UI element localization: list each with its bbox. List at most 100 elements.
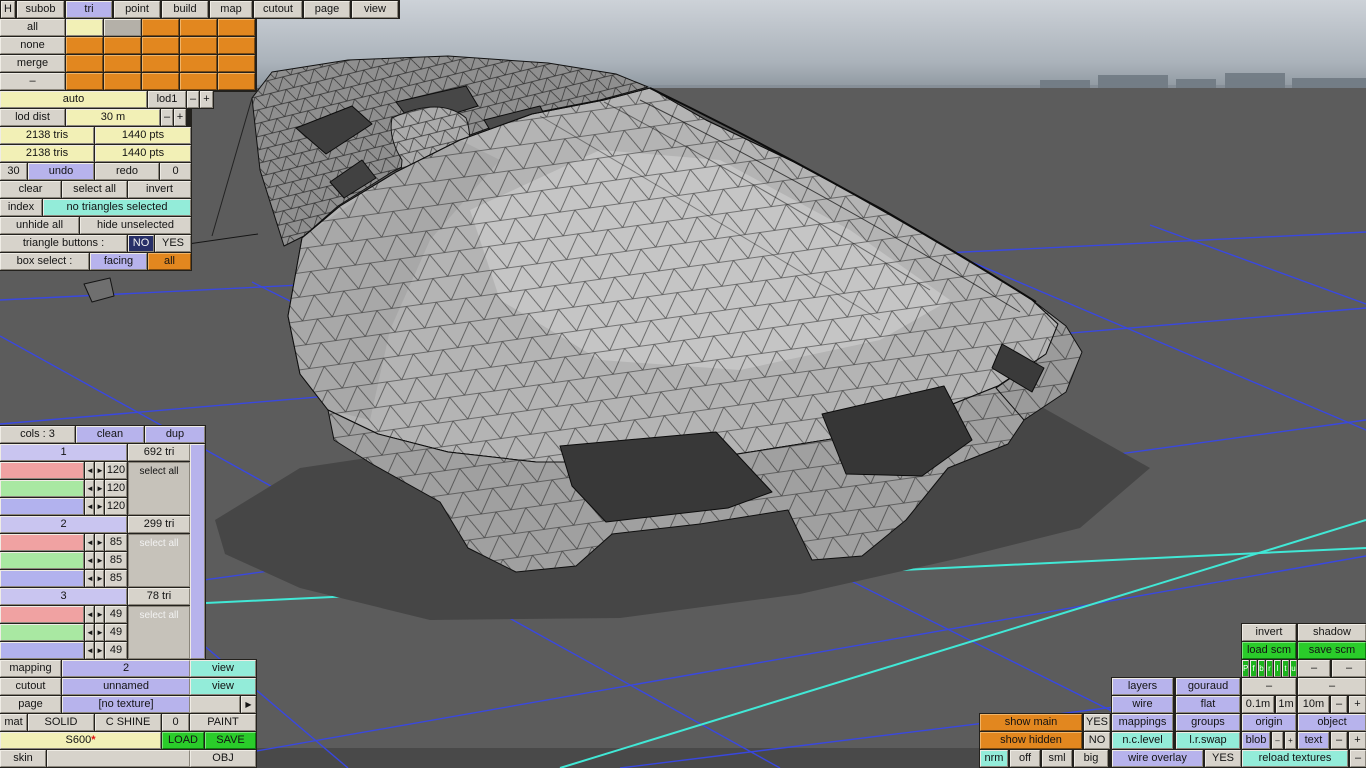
select-all-button[interactable]: select all	[62, 181, 127, 198]
mappings-button[interactable]: mappings	[1112, 714, 1173, 731]
view-top-button[interactable]: t	[1282, 660, 1289, 677]
lod-minus-button[interactable]: –	[187, 91, 199, 108]
gouraud-button[interactable]: gouraud	[1176, 678, 1240, 695]
subobject-cell[interactable]	[142, 37, 179, 54]
mapping-value[interactable]: 2	[62, 660, 190, 677]
decrement-icon[interactable]: ◄	[85, 606, 94, 623]
grid-0-1m-button[interactable]: 0.1m	[1242, 696, 1274, 713]
subobject-cell[interactable]	[104, 19, 141, 36]
cutout-view-button[interactable]: view	[190, 678, 256, 695]
menu-tab-h[interactable]: H	[1, 1, 15, 18]
object-button[interactable]: object	[1298, 714, 1366, 731]
dash-button[interactable]: –	[1298, 678, 1366, 695]
flat-button[interactable]: flat	[1176, 696, 1240, 713]
cols-button[interactable]: cols : 3	[0, 426, 75, 443]
subobject-cell[interactable]	[180, 19, 217, 36]
decrement-icon[interactable]: ◄	[85, 462, 94, 479]
group-2-header[interactable]: 2	[0, 516, 127, 533]
plus-button[interactable]: +	[1349, 696, 1366, 713]
menu-tab-page[interactable]: page	[304, 1, 350, 18]
mapping-view-button[interactable]: view	[190, 660, 256, 677]
layers-button[interactable]: layers	[1112, 678, 1173, 695]
menu-tab-tri[interactable]: tri	[66, 1, 112, 18]
increment-icon[interactable]: ►	[95, 480, 104, 497]
view-back-button[interactable]: b	[1258, 660, 1265, 677]
clear-button[interactable]: clear	[0, 181, 61, 198]
groups-button[interactable]: groups	[1176, 714, 1240, 731]
view-left-button[interactable]: l	[1274, 660, 1281, 677]
grid-1m-button[interactable]: 1m	[1276, 696, 1296, 713]
increment-icon[interactable]: ►	[95, 624, 104, 641]
lod1-button[interactable]: lod1	[148, 91, 186, 108]
groups-scrollbar[interactable]	[190, 444, 205, 659]
subobject-cell[interactable]	[218, 73, 255, 90]
wire-overlay-button[interactable]: wire overlay	[1112, 750, 1203, 767]
plus-button[interactable]: +	[1285, 732, 1296, 749]
show-hidden-value[interactable]: NO	[1084, 732, 1110, 749]
subobject-cell[interactable]	[142, 73, 179, 90]
lod-dist-minus-button[interactable]: –	[161, 109, 173, 126]
group-2-green-slider[interactable]	[0, 552, 84, 569]
origin-button[interactable]: origin	[1242, 714, 1296, 731]
group-1-select-all-button[interactable]: select all	[128, 462, 190, 515]
menu-tab-point[interactable]: point	[114, 1, 160, 18]
increment-icon[interactable]: ►	[95, 552, 104, 569]
dash-button[interactable]: –	[1242, 678, 1296, 695]
view-perspective-button[interactable]: P	[1242, 660, 1249, 677]
decrement-icon[interactable]: ◄	[85, 498, 94, 515]
lod-dist-value[interactable]: 30 m	[66, 109, 160, 126]
subob-merge-button[interactable]: merge	[0, 55, 65, 72]
increment-icon[interactable]: ►	[95, 570, 104, 587]
save-scm-button[interactable]: save scm	[1298, 642, 1366, 659]
model-name[interactable]: S600*	[0, 732, 161, 749]
box-select-facing-button[interactable]: facing	[90, 253, 147, 270]
subobject-cell[interactable]	[66, 55, 103, 72]
view-under-button[interactable]: u	[1290, 660, 1297, 677]
group-3-red-slider[interactable]	[0, 606, 84, 623]
subobject-cell[interactable]	[142, 19, 179, 36]
increment-icon[interactable]: ►	[95, 462, 104, 479]
group-2-red-slider[interactable]	[0, 534, 84, 551]
decrement-icon[interactable]: ◄	[85, 642, 94, 659]
nrm-sml-button[interactable]: sml	[1042, 750, 1072, 767]
clean-button[interactable]: clean	[76, 426, 144, 443]
subobject-cell[interactable]	[66, 37, 103, 54]
blob-button[interactable]: blob	[1242, 732, 1270, 749]
dash-button[interactable]: –	[1298, 660, 1330, 677]
decrement-icon[interactable]: ◄	[85, 534, 94, 551]
undo-button[interactable]: undo	[28, 163, 94, 180]
dash-button[interactable]: –	[1331, 696, 1347, 713]
dash-button[interactable]: –	[1331, 732, 1347, 749]
skin-button[interactable]: skin	[0, 750, 46, 767]
menu-tab-subob[interactable]: subob	[17, 1, 64, 18]
group-1-blue-slider[interactable]	[0, 498, 84, 515]
subobject-cell[interactable]	[104, 37, 141, 54]
nrm-big-button[interactable]: big	[1074, 750, 1108, 767]
view-front-button[interactable]: f	[1250, 660, 1257, 677]
subobject-cell[interactable]	[180, 55, 217, 72]
group-1-green-slider[interactable]	[0, 480, 84, 497]
dash-button[interactable]: –	[1350, 750, 1366, 767]
mat-paint-button[interactable]: PAINT	[190, 714, 256, 731]
invert-normals-button[interactable]: invert	[1242, 624, 1296, 641]
text-button[interactable]: text	[1298, 732, 1329, 749]
subob-all-button[interactable]: all	[0, 19, 65, 36]
show-main-value[interactable]: YES	[1084, 714, 1110, 731]
lod-auto-button[interactable]: auto	[0, 91, 147, 108]
group-3-blue-slider[interactable]	[0, 642, 84, 659]
cutout-value[interactable]: unnamed	[62, 678, 190, 695]
view-right-button[interactable]: r	[1266, 660, 1273, 677]
group-1-header[interactable]: 1	[0, 444, 127, 461]
page-value[interactable]: [no texture]	[62, 696, 190, 713]
show-hidden-button[interactable]: show hidden	[980, 732, 1082, 749]
subobject-cell[interactable]	[218, 19, 255, 36]
decrement-icon[interactable]: ◄	[85, 480, 94, 497]
mat-solid-button[interactable]: SOLID	[28, 714, 94, 731]
page-next-icon[interactable]: ▶	[241, 696, 256, 713]
box-select-all-button[interactable]: all	[148, 253, 191, 270]
dup-button[interactable]: dup	[145, 426, 205, 443]
wire-button[interactable]: wire	[1112, 696, 1173, 713]
save-button[interactable]: SAVE	[205, 732, 256, 749]
subobject-cell[interactable]	[104, 55, 141, 72]
invert-button[interactable]: invert	[128, 181, 191, 198]
